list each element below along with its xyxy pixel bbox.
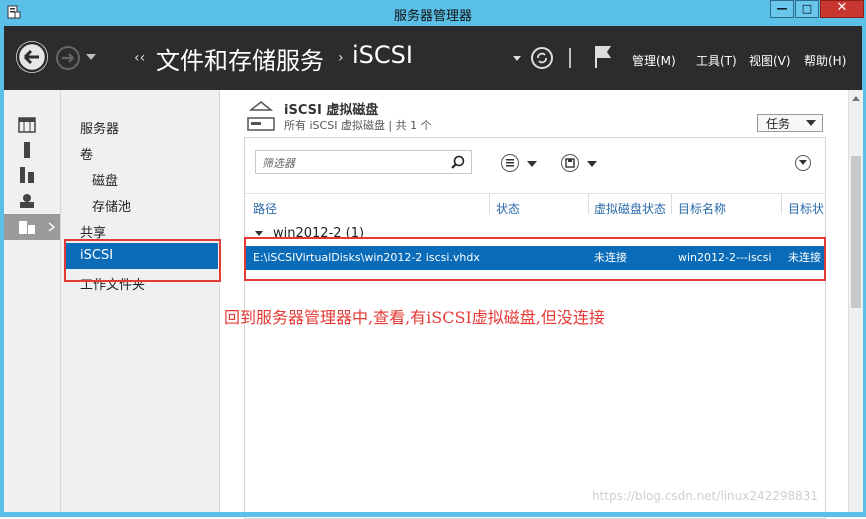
column-target-status[interactable]: 目标状 xyxy=(788,199,824,219)
expand-arrow-icon xyxy=(48,222,56,232)
watermark: https://blog.csdn.net/linux242298831 xyxy=(592,489,819,503)
annotation-text: 回到服务器管理器中,查看,有iSCSI虚拟磁盘,但没连接 xyxy=(224,308,605,327)
maximize-button[interactable]: □ xyxy=(795,0,819,18)
save-icon xyxy=(565,158,575,168)
file-storage-role-icon[interactable] xyxy=(18,193,36,209)
column-divider xyxy=(671,194,672,214)
collapse-icon[interactable] xyxy=(795,155,811,171)
local-server-icon[interactable] xyxy=(18,142,36,158)
subnav-disks[interactable]: 磁盘 xyxy=(92,170,118,189)
breadcrumb-root-chevron-icon[interactable]: ‹‹ xyxy=(134,50,145,66)
iscsi-disk-panel: 筛选器 路径 状态 虚拟磁盘状态 目标名称 目标状 win2012-2 (1) … xyxy=(244,137,826,519)
list-options-caret-icon[interactable] xyxy=(527,161,537,167)
dashboard-icon[interactable] xyxy=(18,117,36,133)
filter-placeholder: 筛选器 xyxy=(262,157,295,170)
menu-tools[interactable]: 工具(T) xyxy=(696,52,737,69)
group-collapse-icon[interactable] xyxy=(255,231,263,236)
column-target-name[interactable]: 目标名称 xyxy=(678,199,726,219)
left-icon-nav xyxy=(4,90,61,517)
maximize-icon: □ xyxy=(801,2,813,15)
breadcrumb-dropdown-icon[interactable] xyxy=(513,56,521,61)
tasks-dropdown[interactable]: 任务 xyxy=(757,114,823,132)
column-divider xyxy=(588,194,589,214)
app-header: ‹‹ 文件和存储服务 › iSCSI 管理(M) 工具(T) 视图(V) 帮助(… xyxy=(4,26,862,90)
column-status[interactable]: 状态 xyxy=(496,199,520,219)
highlight-box-disk-row xyxy=(244,237,826,281)
list-icon xyxy=(506,159,514,167)
list-options-button[interactable] xyxy=(501,154,519,172)
breadcrumb-file-storage[interactable]: 文件和存储服务 xyxy=(156,41,324,76)
subnav-servers[interactable]: 服务器 xyxy=(80,118,119,137)
all-servers-icon[interactable] xyxy=(18,167,36,183)
scroll-up-arrow-icon[interactable] xyxy=(852,96,860,101)
file-storage-services-icon xyxy=(19,221,35,234)
save-query-caret-icon[interactable] xyxy=(587,161,597,167)
menu-manage[interactable]: 管理(M) xyxy=(632,52,676,69)
subnav-volumes[interactable]: 卷 xyxy=(80,144,93,163)
column-divider xyxy=(781,194,782,214)
arrow-left-icon xyxy=(16,41,48,73)
arrow-right-icon xyxy=(62,53,74,63)
forward-button[interactable] xyxy=(56,46,80,70)
window-frame-bottom xyxy=(0,512,866,517)
column-header-rule xyxy=(245,193,825,194)
column-disk-status[interactable]: 虚拟磁盘状态 xyxy=(594,199,666,219)
file-storage-services-nav[interactable] xyxy=(4,214,60,240)
menu-help[interactable]: 帮助(H) xyxy=(804,52,846,69)
title-bar: 服务器管理器 — □ ✕ xyxy=(0,0,866,27)
menu-view[interactable]: 视图(V) xyxy=(749,52,791,69)
notifications-flag-icon[interactable] xyxy=(592,44,614,70)
tasks-label: 任务 xyxy=(766,117,791,131)
column-divider xyxy=(489,194,490,214)
window-title: 服务器管理器 xyxy=(393,9,472,24)
scrollbar-thumb[interactable] xyxy=(851,156,861,308)
header-divider xyxy=(569,48,571,68)
minimize-button[interactable]: — xyxy=(770,0,794,18)
breadcrumb-separator-icon: › xyxy=(338,50,344,66)
breadcrumb-iscsi[interactable]: iSCSI xyxy=(352,41,413,69)
highlight-box-iscsi-nav xyxy=(64,239,221,282)
section-subtitle: 所有 iSCSI 虚拟磁盘 | 共 1 个 xyxy=(284,119,432,132)
refresh-icon[interactable] xyxy=(531,47,553,69)
virtual-disk-icon xyxy=(247,101,275,131)
minimize-icon: — xyxy=(776,2,788,15)
section-title: iSCSI 虚拟磁盘 xyxy=(284,103,379,118)
chevron-down-icon xyxy=(806,120,816,126)
subnav-storage-pools[interactable]: 存储池 xyxy=(92,196,131,215)
column-path[interactable]: 路径 xyxy=(253,199,277,219)
back-button[interactable] xyxy=(16,41,48,73)
refresh-arrows-icon xyxy=(537,52,547,64)
search-icon[interactable] xyxy=(451,155,465,169)
save-query-button[interactable] xyxy=(561,154,579,172)
close-button[interactable]: ✕ xyxy=(820,0,864,18)
close-icon: ✕ xyxy=(836,0,848,15)
history-dropdown-icon[interactable] xyxy=(86,54,96,60)
sub-navigation: 服务器 卷 磁盘 存储池 共享 iSCSI 工作文件夹 xyxy=(61,90,220,517)
vertical-scrollbar[interactable] xyxy=(848,90,863,517)
filter-input[interactable]: 筛选器 xyxy=(255,150,472,174)
